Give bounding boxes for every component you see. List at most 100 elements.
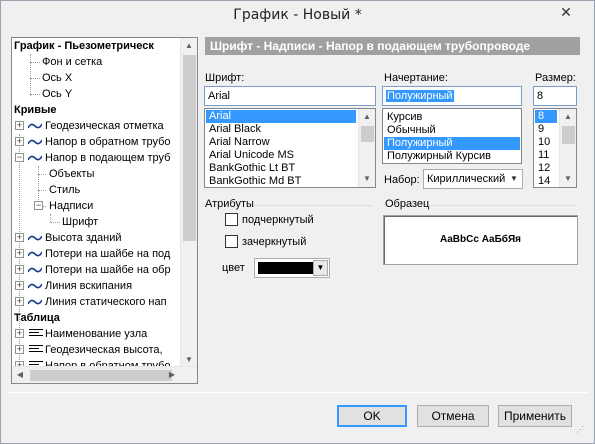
strikeout-label: зачеркнутый	[242, 236, 307, 248]
divider	[255, 205, 373, 206]
list-item[interactable]: 8	[535, 110, 557, 123]
chevron-down-icon[interactable]: ▼	[313, 260, 328, 276]
cancel-button[interactable]: Отмена	[417, 405, 489, 427]
expand-icon[interactable]: +	[15, 137, 24, 146]
tree-item-geodetic-height[interactable]: Геодезическая высота,	[45, 342, 163, 358]
style-label: Начертание:	[384, 72, 448, 84]
underline-checkbox[interactable]	[225, 213, 238, 226]
list-item[interactable]: 9	[535, 123, 544, 136]
scroll-thumb[interactable]	[30, 370, 172, 381]
tree-item-supply-pressure[interactable]: Напор в подающем труб	[45, 150, 170, 166]
apply-button[interactable]: Применить	[498, 405, 572, 427]
collapse-icon[interactable]: −	[15, 153, 24, 162]
scroll-up-icon[interactable]: ▲	[181, 38, 197, 54]
curve-icon	[28, 235, 42, 241]
tree-content: График - Пьезометрическ Фон и сетка Ось …	[12, 38, 180, 368]
scroll-thumb[interactable]	[183, 55, 196, 241]
expand-icon[interactable]: +	[15, 281, 24, 290]
tree-item-washer-loss-return[interactable]: Потери на шайбе на обр	[45, 262, 171, 278]
color-label: цвет	[222, 262, 245, 274]
color-swatch	[258, 262, 313, 274]
list-item[interactable]: Обычный	[384, 124, 436, 137]
chevron-down-icon[interactable]: ▼	[507, 171, 521, 187]
tree-item-washer-loss-supply[interactable]: Потери на шайбе на под	[45, 246, 170, 262]
expand-icon[interactable]: +	[15, 265, 24, 274]
tree-item-building-height[interactable]: Высота зданий	[45, 230, 122, 246]
scroll-down-icon[interactable]: ▼	[359, 171, 375, 187]
table-column-icon	[29, 345, 43, 355]
curve-icon	[28, 283, 42, 289]
list-item[interactable]: Arial Narrow	[206, 136, 270, 149]
list-item[interactable]: Arial Unicode MS	[206, 149, 294, 162]
tree-item-graph[interactable]: График - Пьезометрическ	[14, 38, 154, 54]
expand-icon[interactable]: +	[15, 233, 24, 242]
charset-select[interactable]: Кириллический ▼	[423, 169, 523, 189]
font-list-scrollbar[interactable]: ▲ ▼	[358, 109, 375, 187]
tree-item-axis-y[interactable]: Ось Y	[42, 86, 72, 102]
tree-item-axis-x[interactable]: Ось X	[42, 70, 72, 86]
dialog-client: График - Пьезометрическ Фон и сетка Ось …	[8, 34, 588, 437]
close-icon[interactable]: ✕	[548, 2, 584, 22]
list-item[interactable]: 10	[535, 136, 550, 149]
color-select[interactable]: ▼	[254, 258, 330, 278]
size-list-scrollbar[interactable]: ▲ ▼	[559, 109, 576, 187]
tree-item-objects[interactable]: Объекты	[49, 166, 94, 182]
tree-item-table[interactable]: Таблица	[14, 310, 60, 326]
scroll-thumb[interactable]	[361, 126, 374, 142]
tree-item-font[interactable]: Шрифт	[62, 214, 98, 230]
list-item[interactable]: Курсив	[384, 111, 422, 124]
tree-item-boiling-line[interactable]: Линия вскипания	[45, 278, 132, 294]
curve-icon	[28, 267, 42, 273]
scroll-up-icon[interactable]: ▲	[359, 109, 375, 125]
list-item[interactable]: BankGothic Lt BT	[206, 162, 295, 175]
scroll-right-icon[interactable]: ▶	[164, 367, 180, 383]
tree-vertical-scrollbar[interactable]: ▲ ▼	[180, 38, 197, 368]
font-label: Шрифт:	[205, 72, 245, 84]
window-title: График - Новый *	[233, 7, 362, 23]
resize-grip-icon[interactable]: ⋰	[576, 425, 586, 435]
panel-header: Шрифт - Надписи - Напор в подающем трубо…	[205, 37, 580, 55]
collapse-icon[interactable]: −	[34, 201, 43, 210]
list-item[interactable]: Полужирный	[384, 137, 520, 150]
style-input[interactable]: Полужирный	[382, 86, 522, 106]
list-item[interactable]: 12	[535, 162, 550, 175]
scroll-left-icon[interactable]: ◀	[12, 367, 28, 383]
list-item[interactable]: BankGothic Md BT	[206, 175, 301, 187]
title-bar: График - Новый * ✕	[1, 1, 594, 33]
style-list[interactable]: Курсив Обычный Полужирный Полужирный Кур…	[382, 108, 522, 164]
underline-label: подчеркнутый	[242, 214, 314, 226]
scroll-thumb[interactable]	[562, 126, 575, 144]
tree-item-return-pressure[interactable]: Напор в обратном трубо	[45, 134, 171, 150]
font-input[interactable]: Arial	[204, 86, 376, 106]
curve-icon	[28, 299, 42, 305]
ok-button[interactable]: OK	[337, 405, 407, 427]
tree-item-static-line[interactable]: Линия статического нап	[45, 294, 167, 310]
list-item[interactable]: Arial	[206, 110, 356, 123]
size-list[interactable]: 8 9 10 11 12 14 ▲ ▼	[533, 108, 577, 188]
settings-tree[interactable]: График - Пьезометрическ Фон и сетка Ось …	[11, 37, 198, 384]
list-item[interactable]: Полужирный Курсив	[384, 150, 491, 163]
tree-item-labels[interactable]: Надписи	[49, 198, 93, 214]
scroll-up-icon[interactable]: ▲	[560, 109, 576, 125]
list-item[interactable]: 11	[535, 149, 549, 162]
expand-icon[interactable]: +	[15, 297, 24, 306]
tree-item-geodetic[interactable]: Геодезическая отметка	[45, 118, 164, 134]
charset-label: Набор:	[384, 174, 420, 186]
tree-horizontal-scrollbar[interactable]: ◀ ▶	[12, 366, 197, 383]
tree-item-style[interactable]: Стиль	[49, 182, 80, 198]
expand-icon[interactable]: +	[15, 121, 24, 130]
strikeout-checkbox[interactable]	[225, 235, 238, 248]
list-item[interactable]: 14	[535, 175, 550, 187]
dialog-window: График - Новый * ✕ График - Пьезометриче…	[0, 0, 595, 444]
table-column-icon	[29, 329, 43, 339]
tree-item-curves[interactable]: Кривые	[14, 102, 56, 118]
expand-icon[interactable]: +	[15, 329, 24, 338]
list-item[interactable]: Arial Black	[206, 123, 261, 136]
expand-icon[interactable]: +	[15, 249, 24, 258]
tree-item-background[interactable]: Фон и сетка	[42, 54, 102, 70]
size-input[interactable]: 8	[533, 86, 577, 106]
font-list[interactable]: Arial Arial Black Arial Narrow Arial Uni…	[204, 108, 376, 188]
expand-icon[interactable]: +	[15, 345, 24, 354]
tree-item-node-name[interactable]: Наименование узла	[45, 326, 147, 342]
scroll-down-icon[interactable]: ▼	[560, 171, 576, 187]
